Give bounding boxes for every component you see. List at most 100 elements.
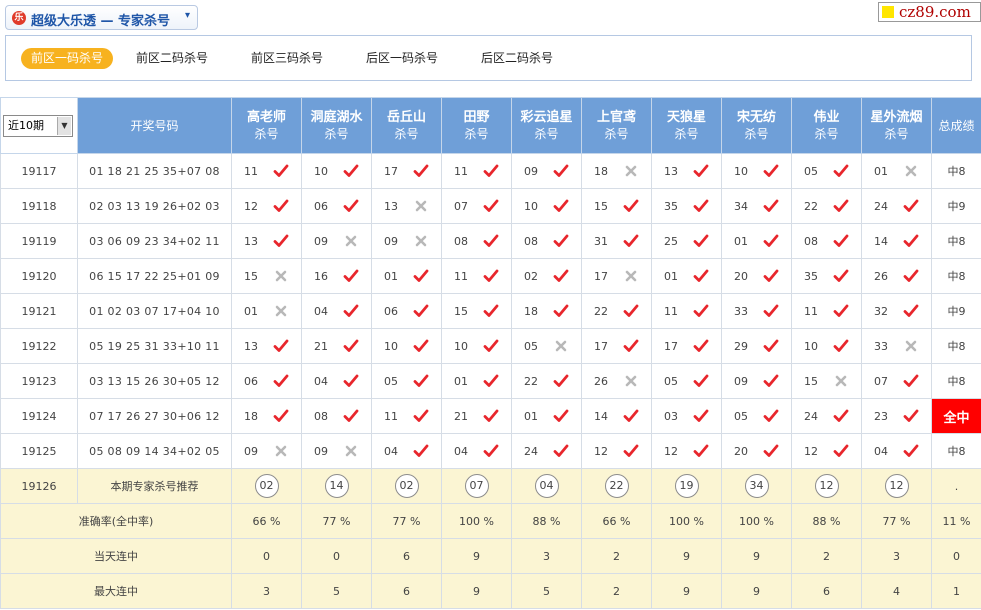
expert-header: 星外流烟 杀号 — [861, 97, 932, 154]
tab-front-kill-2[interactable]: 前区二码杀号 — [136, 48, 208, 69]
kill-cell: 12 — [231, 188, 302, 224]
recommend-total: . — [931, 468, 981, 504]
kill-number: 22 — [524, 375, 538, 388]
check-icon — [483, 339, 499, 352]
cross-icon — [625, 165, 637, 177]
issue-number: 19120 — [0, 258, 78, 294]
page-title: 超级大乐透 — 专家杀号 — [31, 14, 171, 29]
draw-numbers: 01 18 21 25 35+07 08 — [77, 153, 232, 189]
stat-value: 2 — [581, 573, 652, 609]
recommend-number-ball: 02 — [394, 474, 419, 498]
check-icon — [483, 164, 499, 177]
kill-number: 01 — [524, 410, 538, 423]
tab-bar: 前区一码杀号 前区二码杀号 前区三码杀号 后区一码杀号 后区二码杀号 — [5, 35, 972, 81]
kill-cell: 08 — [791, 223, 862, 259]
kill-cell: 11 — [791, 293, 862, 329]
kill-cell: 14 — [581, 398, 652, 434]
draw-numbers: 07 17 26 27 30+06 12 — [77, 398, 232, 434]
kill-cell: 09 — [721, 363, 792, 399]
check-icon — [763, 444, 779, 457]
cross-icon — [835, 375, 847, 387]
stat-value: 9 — [441, 573, 512, 609]
tab-back-kill-1[interactable]: 后区一码杀号 — [366, 48, 438, 69]
kill-number: 15 — [244, 270, 258, 283]
kill-number: 34 — [734, 200, 748, 213]
kill-cell: 29 — [721, 328, 792, 364]
kill-number: 12 — [804, 445, 818, 458]
kill-cell: 24 — [861, 188, 932, 224]
tab-front-kill-3[interactable]: 前区三码杀号 — [251, 48, 323, 69]
kill-cell: 10 — [441, 328, 512, 364]
recommend-cell: 02 — [231, 468, 302, 504]
stat-value: 88 % — [791, 503, 862, 539]
check-icon — [343, 409, 359, 422]
kill-cell: 17 — [581, 258, 652, 294]
kill-cell: 06 — [371, 293, 442, 329]
table-row: 19119 03 06 09 23 34+02 11 13 09 09 08 08 31 25 0… — [0, 223, 981, 259]
stat-value: 2 — [581, 538, 652, 574]
kill-cell: 12 — [581, 433, 652, 469]
check-icon — [483, 374, 499, 387]
kill-cell: 18 — [231, 398, 302, 434]
table-body: 19117 01 18 21 25 35+07 08 11 10 17 11 09 18 13 1… — [0, 153, 981, 609]
kill-number: 08 — [454, 235, 468, 248]
dropdown-arrow-icon[interactable]: ▼ — [57, 116, 71, 135]
tab-back-kill-2[interactable]: 后区二码杀号 — [481, 48, 553, 69]
kill-number: 29 — [734, 340, 748, 353]
kill-cell: 10 — [301, 153, 372, 189]
check-icon — [413, 304, 429, 317]
kill-cell: 24 — [791, 398, 862, 434]
stat-value: 0 — [231, 538, 302, 574]
lottery-selector[interactable]: 乐 超级大乐透 — 专家杀号 ▾ — [5, 5, 198, 30]
check-icon — [273, 409, 289, 422]
check-icon — [903, 304, 919, 317]
kill-number: 33 — [874, 340, 888, 353]
kill-cell: 17 — [371, 153, 442, 189]
stat-value: 9 — [441, 538, 512, 574]
total-result: 全中 — [931, 398, 981, 434]
recommend-cell: 19 — [651, 468, 722, 504]
kill-cell: 07 — [861, 363, 932, 399]
check-icon — [903, 199, 919, 212]
kill-cell: 08 — [301, 398, 372, 434]
check-icon — [763, 339, 779, 352]
check-icon — [833, 269, 849, 282]
kill-number: 17 — [594, 340, 608, 353]
kill-cell: 20 — [721, 258, 792, 294]
kill-cell: 22 — [511, 363, 582, 399]
stat-value: 9 — [651, 573, 722, 609]
kill-number: 11 — [664, 305, 678, 318]
kill-cell: 01 — [371, 258, 442, 294]
check-icon — [553, 164, 569, 177]
stat-total: 1 — [931, 573, 981, 609]
kill-cell: 13 — [231, 328, 302, 364]
kill-cell: 09 — [301, 433, 372, 469]
chevron-down-icon[interactable]: ▾ — [185, 10, 190, 21]
check-icon — [553, 409, 569, 422]
period-select[interactable]: 近10期 ▼ — [3, 114, 73, 137]
check-icon — [273, 374, 289, 387]
tab-front-kill-1[interactable]: 前区一码杀号 — [21, 48, 114, 69]
issue-number: 19117 — [0, 153, 78, 189]
stat-value: 3 — [231, 573, 302, 609]
kill-cell: 11 — [651, 293, 722, 329]
kill-cell: 01 — [721, 223, 792, 259]
expert-header: 上官鸢 杀号 — [581, 97, 652, 154]
kill-number: 18 — [594, 165, 608, 178]
total-header: 总成绩 — [931, 97, 981, 154]
check-icon — [903, 234, 919, 247]
stat-row: 最大连中 3 5 6 9 5 2 9 9 6 4 1 — [0, 573, 981, 609]
check-icon — [343, 269, 359, 282]
check-icon — [553, 374, 569, 387]
kill-cell: 12 — [791, 433, 862, 469]
top-bar: 乐 超级大乐透 — 专家杀号 ▾ cz89.com — [0, 0, 981, 34]
kill-cell: 33 — [721, 293, 792, 329]
stat-value: 3 — [511, 538, 582, 574]
kill-number: 20 — [734, 270, 748, 283]
cross-icon — [345, 445, 357, 457]
kill-number: 11 — [244, 165, 258, 178]
kill-cell: 06 — [231, 363, 302, 399]
recommend-cell: 04 — [511, 468, 582, 504]
check-icon — [693, 234, 709, 247]
recommend-cell: 12 — [861, 468, 932, 504]
